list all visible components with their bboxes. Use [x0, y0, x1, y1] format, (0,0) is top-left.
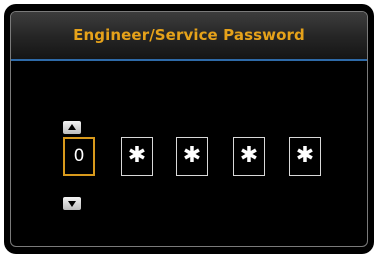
up-arrow-icon	[68, 124, 76, 130]
down-arrow-icon	[68, 201, 76, 207]
password-digit-2[interactable]: ✱	[121, 137, 153, 176]
password-digit-1[interactable]: 0	[63, 137, 95, 176]
screen-title: Engineer/Service Password	[73, 26, 305, 44]
password-digit-4[interactable]: ✱	[233, 137, 265, 176]
password-digit-3[interactable]: ✱	[176, 137, 208, 176]
decrement-digit-button[interactable]	[63, 197, 81, 210]
increment-digit-button[interactable]	[63, 121, 81, 134]
title-bar: Engineer/Service Password	[11, 12, 367, 61]
password-digit-5[interactable]: ✱	[289, 137, 321, 176]
